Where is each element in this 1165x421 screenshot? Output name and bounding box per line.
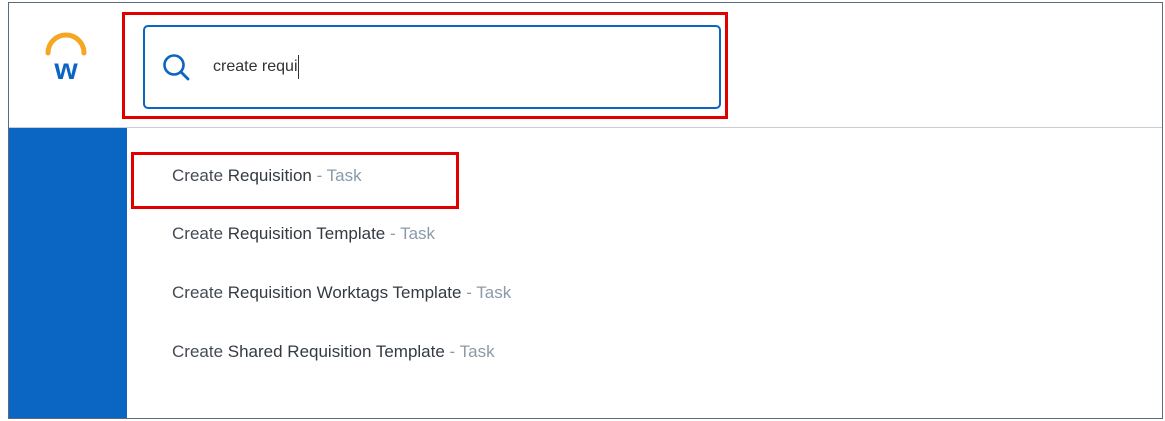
search-box[interactable] — [143, 25, 721, 109]
result-item-create-shared-requisition-template[interactable]: Create Shared Requisition Template - Tas… — [172, 337, 495, 367]
search-icon — [161, 52, 191, 82]
result-label-prefix: Create — [172, 342, 228, 361]
result-separator: - — [385, 224, 401, 243]
workday-logo-icon[interactable]: w — [40, 31, 92, 86]
result-type: Task — [459, 342, 495, 361]
result-label-match: Requisition — [227, 224, 312, 243]
svg-text:w: w — [53, 53, 78, 83]
result-separator: - — [461, 283, 477, 302]
result-highlight-annotation — [131, 152, 459, 209]
result-item-create-requisition-template[interactable]: Create Requisition Template - Task — [172, 219, 435, 249]
result-label-suffix: Worktags Template — [311, 283, 462, 302]
app-window: w Create Requisition - Task Create Requi… — [8, 2, 1163, 419]
search-input[interactable] — [213, 51, 693, 83]
result-separator: - — [444, 342, 460, 361]
result-type: Task — [400, 224, 436, 243]
result-label-suffix: Template — [311, 224, 386, 243]
sidebar — [9, 128, 127, 418]
result-label-prefix: Create — [172, 224, 228, 243]
result-item-create-requisition-worktags-template[interactable]: Create Requisition Worktags Template - T… — [172, 278, 511, 308]
result-label-match: Requisition — [227, 283, 312, 302]
result-label-prefix: Create — [172, 283, 228, 302]
result-label-match: Shared Requisition — [227, 342, 372, 361]
result-label-suffix: Template — [371, 342, 445, 361]
result-type: Task — [476, 283, 512, 302]
text-caret — [298, 55, 300, 79]
top-bar: w — [9, 3, 1162, 128]
